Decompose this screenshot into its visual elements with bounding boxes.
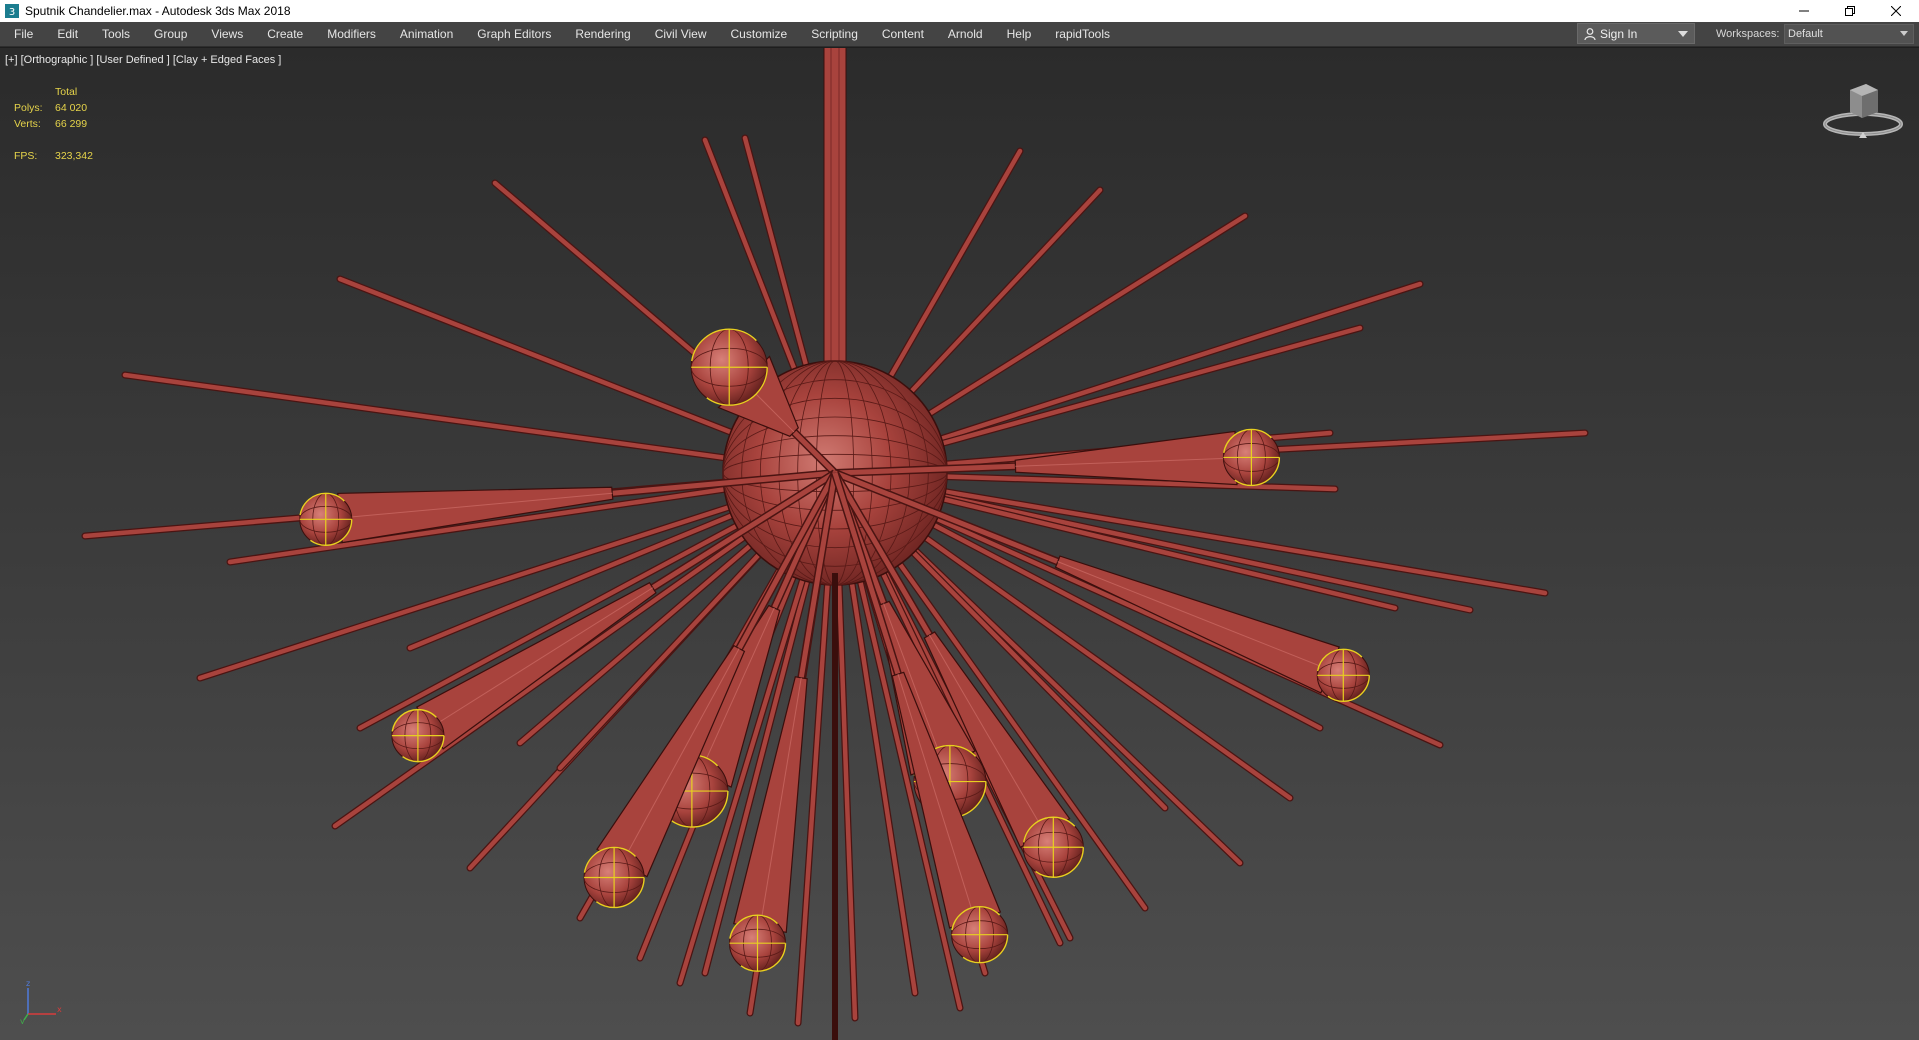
stats-total-header: Total (55, 86, 78, 98)
sign-in-dropdown[interactable]: Sign In (1577, 23, 1695, 44)
menu-edit[interactable]: Edit (45, 22, 90, 46)
workspaces-value: Default (1788, 28, 1823, 40)
workspaces-select[interactable]: Default (1784, 24, 1914, 44)
title-bar: 3 Sputnik Chandelier.max - Autodesk 3ds … (0, 0, 1919, 22)
viewport-label-menu[interactable]: [+] [Orthographic ] [User Defined ] [Cla… (5, 54, 281, 66)
menu-modifiers[interactable]: Modifiers (315, 22, 388, 46)
menu-help[interactable]: Help (995, 22, 1044, 46)
svg-text:3: 3 (9, 7, 15, 18)
restore-button[interactable] (1827, 0, 1873, 22)
axis-y-label: y (20, 1017, 25, 1024)
window-controls (1781, 0, 1919, 22)
lamp-shade[interactable] (1054, 555, 1340, 694)
menu-scripting[interactable]: Scripting (799, 22, 870, 46)
menu-bar: File Edit Tools Group Views Create Modif… (0, 22, 1919, 47)
menu-views[interactable]: Views (199, 22, 255, 46)
axis-tripod: z x y (20, 979, 64, 1029)
menu-arnold[interactable]: Arnold (936, 22, 995, 46)
verts-value: 66 299 (55, 118, 88, 130)
statistics-overlay: Total Polys: 64 020 Verts: 66 299 FPS: 3… (14, 84, 93, 164)
close-icon (1891, 6, 1901, 16)
menu-animation[interactable]: Animation (388, 22, 465, 46)
axis-z-label: z (26, 980, 30, 988)
verts-label: Verts: (14, 118, 41, 130)
menu-group[interactable]: Group (142, 22, 199, 46)
fps-value: 323,342 (55, 150, 93, 162)
fps-label: FPS: (14, 150, 38, 162)
menu-create[interactable]: Create (255, 22, 315, 46)
menu-file[interactable]: File (0, 22, 45, 46)
workspaces-label: Workspaces: (1716, 28, 1780, 40)
chandelier-model[interactable] (0, 48, 1919, 1040)
minimize-button[interactable] (1781, 0, 1827, 22)
chevron-down-icon (1900, 31, 1908, 36)
lamp-shade[interactable] (415, 581, 657, 750)
axis-x-label: x (57, 1005, 62, 1014)
menu-rendering[interactable]: Rendering (563, 22, 642, 46)
minimize-icon (1799, 10, 1809, 12)
menu-customize[interactable]: Customize (719, 22, 800, 46)
perspective-viewport[interactable]: [+] [Orthographic ] [User Defined ] [Cla… (0, 47, 1919, 1040)
menu-content[interactable]: Content (870, 22, 936, 46)
polys-label: Polys: (14, 102, 43, 114)
close-button[interactable] (1873, 0, 1919, 22)
chevron-down-icon (1678, 31, 1688, 37)
viewcube[interactable] (1820, 78, 1906, 147)
3dsmax-app-icon[interactable]: 3 (5, 4, 19, 18)
menu-rapidtools[interactable]: rapidTools (1043, 22, 1122, 46)
stem-rod[interactable] (823, 48, 847, 397)
sign-in-label: Sign In (1600, 26, 1638, 41)
menu-civil-view[interactable]: Civil View (643, 22, 719, 46)
menu-tools[interactable]: Tools (90, 22, 142, 46)
menu-graph-editors[interactable]: Graph Editors (465, 22, 563, 46)
restore-icon (1845, 6, 1855, 16)
polys-value: 64 020 (55, 102, 88, 114)
window-title: Sputnik Chandelier.max - Autodesk 3ds Ma… (25, 4, 291, 18)
user-icon (1584, 27, 1596, 40)
